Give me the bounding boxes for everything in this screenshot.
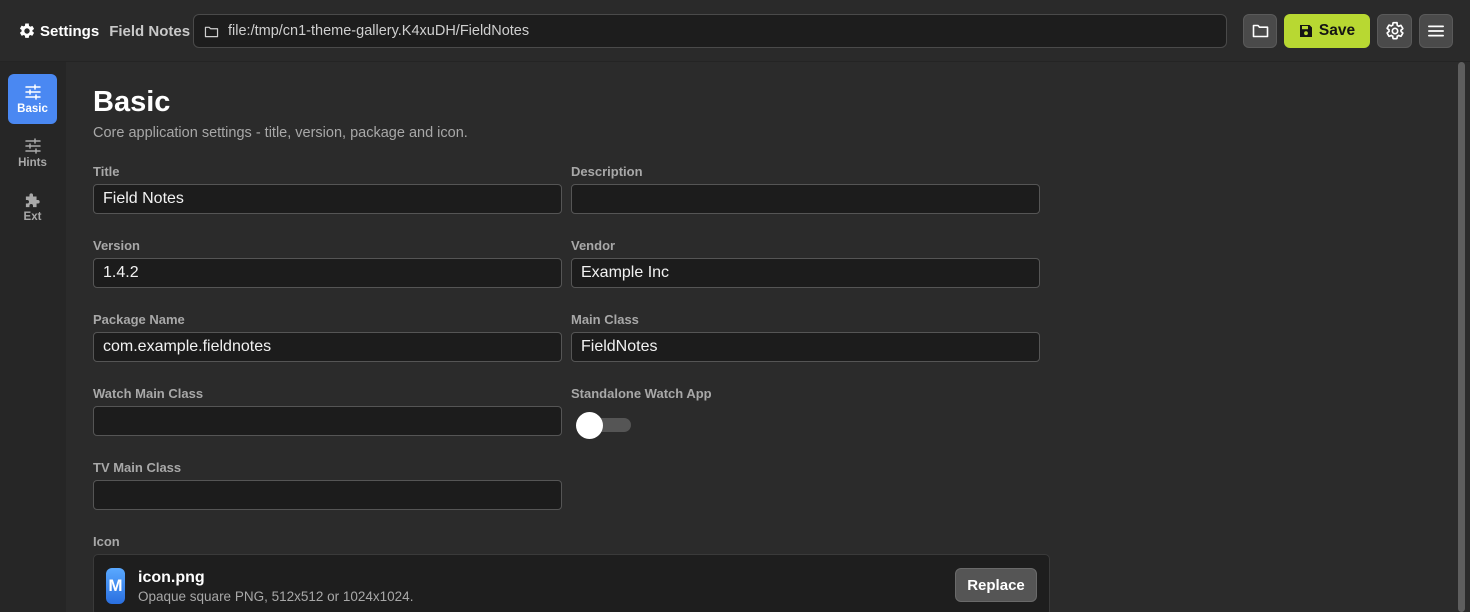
page-title: Basic bbox=[93, 86, 171, 118]
project-path-field[interactable]: file:/tmp/cn1-theme-gallery.K4xuDH/Field… bbox=[193, 14, 1227, 48]
icon-section-label: Icon bbox=[93, 534, 120, 549]
title-label: Title bbox=[93, 164, 120, 179]
description-label: Description bbox=[571, 164, 643, 179]
gear-icon bbox=[19, 23, 35, 38]
folder-icon bbox=[1252, 24, 1268, 38]
app-icon-preview: M bbox=[106, 568, 125, 604]
toggle-knob bbox=[576, 412, 603, 439]
sidebar-item-ext[interactable]: Ext bbox=[8, 182, 57, 232]
watch-main-class-label: Watch Main Class bbox=[93, 386, 204, 401]
sidebar-item-label: Ext bbox=[23, 210, 42, 223]
scrollbar-thumb[interactable] bbox=[1458, 62, 1465, 612]
package-name-label: Package Name bbox=[93, 312, 185, 327]
sidebar-item-basic[interactable]: Basic bbox=[8, 74, 57, 124]
hamburger-menu-icon bbox=[1428, 25, 1444, 37]
puzzle-icon bbox=[25, 192, 40, 207]
main-content: Basic Core application settings - title,… bbox=[66, 62, 1454, 612]
open-folder-button[interactable] bbox=[1243, 14, 1277, 48]
icon-hint: Opaque square PNG, 512x512 or 1024x1024. bbox=[138, 589, 414, 604]
version-input[interactable] bbox=[93, 258, 562, 288]
standalone-watch-app-toggle[interactable] bbox=[576, 410, 632, 440]
icon-card: M icon.png Opaque square PNG, 512x512 or… bbox=[93, 554, 1050, 612]
main-class-label: Main Class bbox=[571, 312, 639, 327]
app-title: Settings bbox=[40, 22, 100, 40]
save-button[interactable]: Save bbox=[1284, 14, 1370, 48]
sidebar-item-label: Hints bbox=[18, 156, 47, 169]
tv-main-class-input[interactable] bbox=[93, 480, 562, 510]
standalone-watch-app-label: Standalone Watch App bbox=[571, 386, 712, 401]
menu-button[interactable] bbox=[1419, 14, 1453, 48]
main-class-input[interactable] bbox=[571, 332, 1040, 362]
scrollbar[interactable] bbox=[1454, 62, 1470, 612]
sidebar: Basic Hints Ext bbox=[0, 62, 66, 612]
brand: Settings Field Notes bbox=[18, 20, 190, 42]
sliders-icon bbox=[24, 83, 41, 100]
package-name-input[interactable] bbox=[93, 332, 562, 362]
project-path: file:/tmp/cn1-theme-gallery.K4xuDH/Field… bbox=[228, 23, 530, 39]
preferences-button[interactable] bbox=[1377, 14, 1412, 48]
top-bar: Settings Field Notes file:/tmp/cn1-theme… bbox=[0, 0, 1470, 62]
folder-icon bbox=[204, 26, 219, 37]
sidebar-item-hints[interactable]: Hints bbox=[8, 128, 57, 178]
description-input[interactable] bbox=[571, 184, 1040, 214]
vendor-label: Vendor bbox=[571, 238, 616, 253]
watch-main-class-input[interactable] bbox=[93, 406, 562, 436]
save-button-label: Save bbox=[1318, 22, 1356, 39]
version-label: Version bbox=[93, 238, 140, 253]
title-input[interactable] bbox=[93, 184, 562, 214]
vendor-input[interactable] bbox=[571, 258, 1040, 288]
floppy-disk-icon bbox=[1299, 25, 1312, 37]
gear-icon bbox=[1385, 21, 1404, 40]
replace-icon-button[interactable]: Replace bbox=[955, 568, 1037, 602]
sidebar-item-label: Basic bbox=[17, 102, 48, 115]
page-subtitle: Core application settings - title, versi… bbox=[93, 125, 468, 141]
sliders-icon bbox=[24, 137, 41, 154]
tv-main-class-label: TV Main Class bbox=[93, 460, 182, 475]
project-name: Field Notes bbox=[109, 22, 191, 40]
icon-file-name: icon.png bbox=[138, 569, 205, 586]
